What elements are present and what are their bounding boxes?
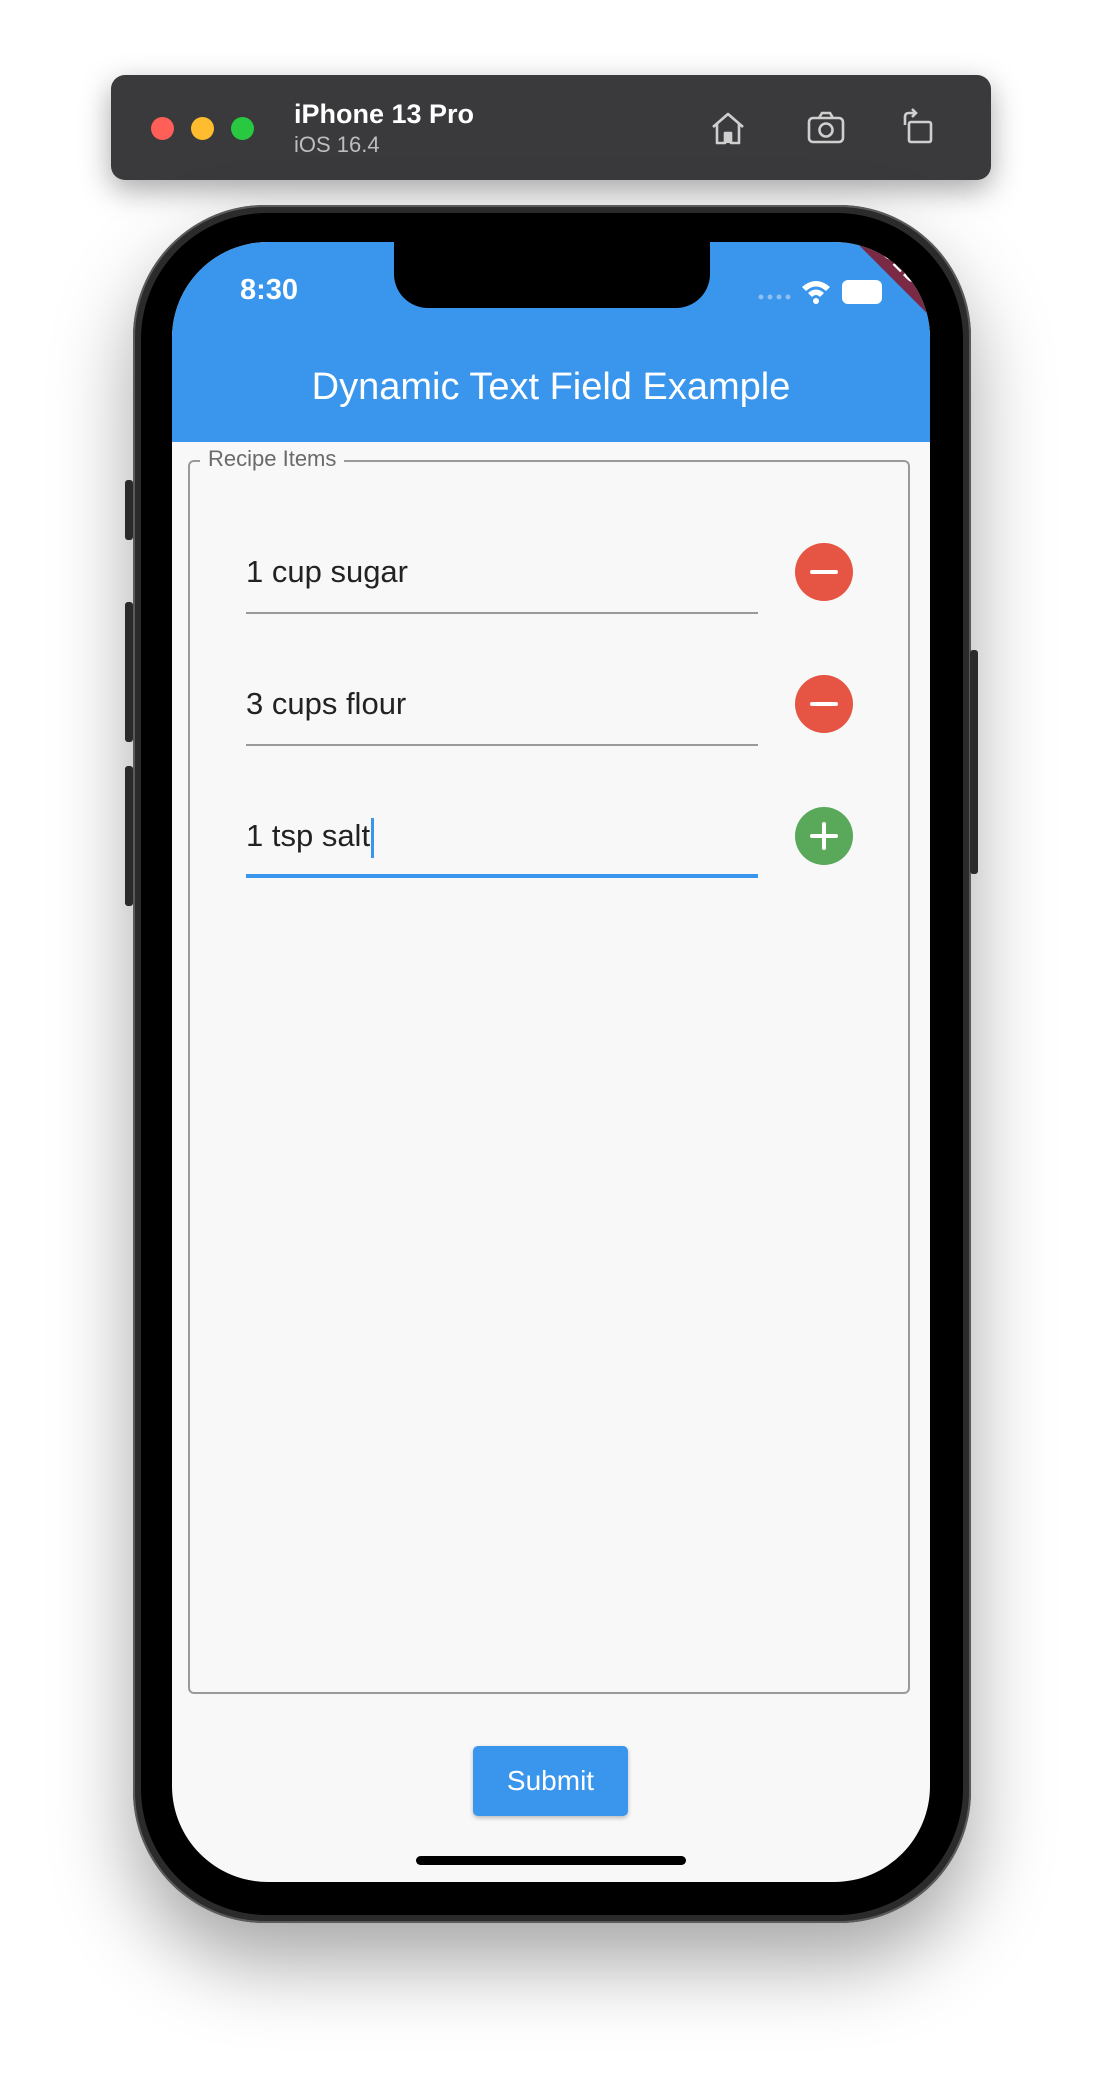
silent-switch [125,480,133,540]
simulator-title-bar: iPhone 13 Pro iOS 16.4 [111,75,991,180]
recipe-item-input[interactable]: 1 tsp salt [246,796,758,878]
minimize-window-button[interactable] [191,117,214,140]
recipe-item-row: 3 cups flour [246,664,884,754]
cellular-signal-icon [758,294,791,300]
volume-down-button [125,766,133,906]
recipe-item-input[interactable]: 1 cup sugar [246,532,758,614]
recipe-item-input[interactable]: 3 cups flour [246,664,758,746]
app-title: Dynamic Text Field Example [311,366,791,408]
remove-item-button[interactable] [795,543,853,601]
os-version: iOS 16.4 [294,132,380,157]
text-cursor [371,817,375,858]
recipe-item-row: 1 cup sugar [246,532,884,622]
minus-circle-icon [795,543,853,601]
screenshot-icon[interactable] [803,105,849,151]
recipe-item-value: 3 cups flour [246,686,407,721]
status-time: 8:30 [240,274,299,306]
home-indicator[interactable] [416,1856,686,1865]
notch [394,242,710,308]
volume-up-button [125,602,133,742]
recipe-items-legend: Recipe Items [200,446,345,472]
add-item-button[interactable] [795,807,853,865]
home-icon[interactable] [705,105,751,151]
minus-circle-icon [795,675,853,733]
app-screen: 8:30 DEBUG Dynamic Text Field Example Re… [172,242,930,1882]
rotate-icon[interactable] [895,105,941,151]
device-name: iPhone 13 Pro [294,99,475,129]
recipe-item-value: 1 cup sugar [246,554,408,589]
remove-item-button[interactable] [795,675,853,733]
close-window-button[interactable] [151,117,174,140]
battery-icon [842,280,882,304]
submit-button[interactable]: Submit [473,1746,628,1816]
plus-circle-icon [795,807,853,865]
recipe-items-group [188,460,910,1694]
zoom-window-button[interactable] [231,117,254,140]
wifi-icon [802,281,830,304]
recipe-item-value: 1 tsp salt [246,818,371,853]
recipe-item-row: 1 tsp salt [246,796,884,886]
power-button [970,650,978,874]
